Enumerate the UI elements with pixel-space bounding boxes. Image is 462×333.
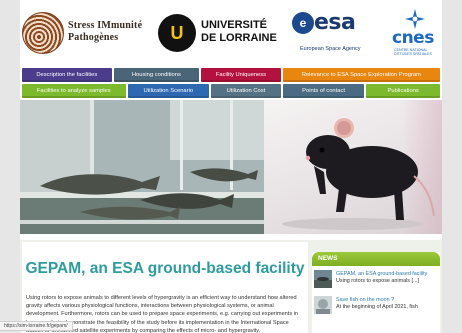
cnes-logo[interactable]: cnes Centre national d'études spatiales — [390, 8, 442, 60]
cnes-star-icon — [405, 9, 425, 29]
sim-logo-line2: Pathogènes — [68, 32, 119, 43]
ul-logo-text: UNIVERSITÉ DE LORRAINE — [201, 19, 281, 45]
ul-logo-line1: UNIVERSITÉ — [201, 19, 268, 31]
nav-utilization-scenario[interactable]: Utilization Scenario — [127, 84, 210, 98]
nav-row-1: Description the facilities Housing condi… — [22, 68, 442, 82]
esa-logo[interactable]: e esa European Space Agency — [292, 10, 382, 58]
nav-facilities-analyze-samples[interactable]: Facilities to analyze samples — [22, 84, 126, 98]
mouse-illustration — [282, 118, 435, 230]
sim-logo-text: Stress IMmunité Pathogènes — [68, 20, 148, 44]
page-title: GEPAM, an ESA ground-based facility — [25, 260, 305, 277]
nav-points-of-contact[interactable]: Points of contact — [282, 84, 365, 98]
news-thumbnail-icon — [314, 270, 332, 288]
site-header: Stress IMmunité Pathogènes U UNIVERSITÉ … — [20, 0, 442, 66]
ul-monogram-icon: U — [158, 14, 196, 52]
news-header: NEWS — [312, 252, 440, 266]
news-item-title[interactable]: GEPAM, an ESA ground-based facility — [336, 271, 438, 278]
news-item[interactable]: Save fish on the moon ? At the beginning… — [314, 296, 438, 318]
nav-row-2: Facilities to analyze samples Utilizatio… — [22, 84, 442, 98]
esa-mark-icon: e — [292, 12, 314, 34]
main-navigation: Description the facilities Housing condi… — [22, 68, 442, 100]
news-item-title[interactable]: Save fish on the moon ? — [336, 297, 438, 304]
status-bar-url: https://sim-lorraine.fr/gepam/ — [0, 321, 73, 331]
nav-relevance-esa-program[interactable]: Relevance to ESA Space Exploration Progr… — [282, 68, 440, 82]
nav-description-facilities[interactable]: Description the facilities — [22, 68, 112, 82]
nav-housing-conditions[interactable]: Housing conditions — [113, 68, 200, 82]
news-item-snippet: Using rotors to expose animals [...] — [336, 278, 419, 284]
cnes-wordmark: cnes — [392, 28, 434, 48]
news-thumbnail-icon — [314, 296, 332, 314]
universite-lorraine-logo[interactable]: U UNIVERSITÉ DE LORRAINE — [158, 14, 278, 54]
main-column: GEPAM, an ESA ground-based facility Usin… — [22, 242, 308, 333]
content-area: GEPAM, an ESA ground-based facility Usin… — [20, 240, 442, 333]
news-sidebar: NEWS GEPAM, an ESA ground-based facility… — [312, 252, 440, 333]
ul-logo-line2: DE LORRAINE — [201, 32, 277, 44]
news-item-snippet: At the beginning of April 2021, fish — [336, 304, 418, 310]
cnes-subtitle: Centre national d'études spatiales — [394, 48, 432, 56]
mouse-photo — [264, 100, 442, 234]
nav-publications[interactable]: Publications — [366, 84, 441, 98]
web-page: Stress IMmunité Pathogènes U UNIVERSITÉ … — [20, 0, 442, 333]
sim-emblem-icon — [22, 12, 64, 54]
esa-subtitle: European Space Agency — [300, 46, 361, 52]
nav-utilization-cost[interactable]: Utilization Cost — [211, 84, 281, 98]
news-item[interactable]: GEPAM, an ESA ground-based facility Usin… — [314, 270, 438, 292]
hero-banner — [20, 100, 442, 234]
esa-wordmark: esa — [314, 10, 356, 35]
fish-aquarium-illustration — [20, 100, 264, 234]
sim-logo[interactable]: Stress IMmunité Pathogènes — [22, 12, 142, 56]
sim-logo-line1: Stress IMmunité — [68, 20, 143, 31]
nav-facility-uniqueness[interactable]: Facility Uniqueness — [201, 68, 281, 82]
fish-aquarium-photo — [20, 100, 264, 234]
